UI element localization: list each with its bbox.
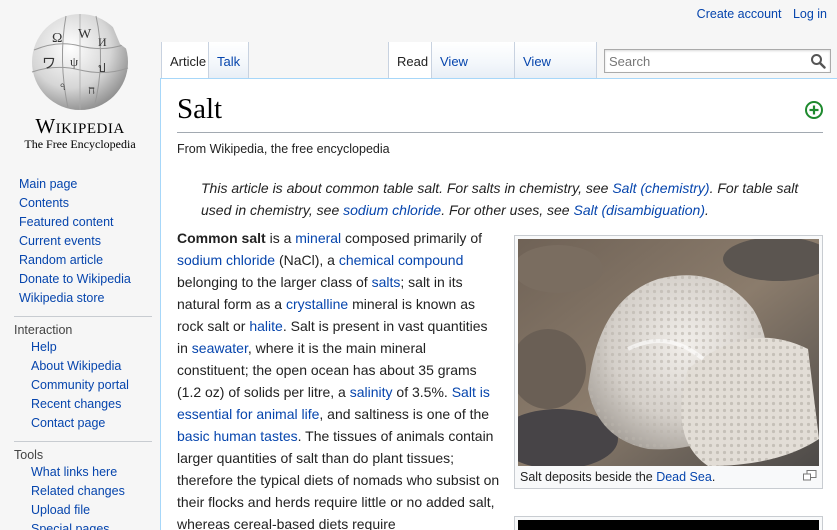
svg-text:ψ: ψ — [70, 54, 78, 69]
globe-logo-icon: Ω W И ワ ψ ป ঀ ח — [31, 14, 129, 110]
infobox-figure: Salt deposits beside the Dead Sea. — [514, 235, 823, 489]
lead-link[interactable]: seawater — [192, 340, 248, 356]
lead-link[interactable]: basic human tastes — [177, 428, 298, 444]
lead-bold-term: Common salt — [177, 230, 266, 246]
tab-view-history[interactable]: View history — [515, 42, 597, 109]
lead-link[interactable]: chemical compound — [339, 252, 464, 268]
nav-store[interactable]: Wikipedia store — [19, 291, 104, 305]
create-account-link[interactable]: Create account — [697, 7, 782, 21]
lead-link[interactable]: crystalline — [286, 296, 348, 312]
lead-text: (NaCl), a — [275, 252, 339, 268]
hatnote-link-salt-disambiguation[interactable]: Salt (disambiguation) — [574, 202, 706, 218]
lead-link[interactable]: mineral — [295, 230, 341, 246]
caption-link-dead-sea[interactable]: Dead Sea — [656, 470, 712, 484]
wordmark: Wikipedia — [35, 114, 125, 138]
content-area: Salt From Wikipedia, the free encycloped… — [160, 78, 837, 530]
nav-main-page[interactable]: Main page — [19, 177, 77, 191]
nav-related-changes[interactable]: Related changes — [31, 484, 125, 498]
nav-featured-content[interactable]: Featured content — [19, 215, 114, 229]
interaction-heading: Interaction — [14, 316, 152, 338]
lead-link[interactable]: salts — [372, 274, 401, 290]
lead-text: composed primarily of — [341, 230, 482, 246]
tab-view-source[interactable]: View source — [432, 42, 515, 109]
magnify-icon[interactable] — [803, 470, 817, 481]
search-box — [604, 49, 831, 73]
hatnote: This article is about common table salt.… — [201, 177, 801, 221]
wikipedia-logo[interactable]: Ω W И ワ ψ ป ঀ ח Wikipedia The Free Encyc… — [0, 0, 160, 160]
log-in-link[interactable]: Log in — [793, 7, 827, 21]
lead-link[interactable]: halite — [249, 318, 282, 334]
site-subtitle: From Wikipedia, the free encyclopedia — [177, 142, 390, 156]
interaction-portal: Interaction Help About Wikipedia Communi… — [0, 316, 160, 433]
lead-link[interactable]: salinity — [350, 384, 393, 400]
lead-text: , and saltiness is one of the — [319, 406, 490, 422]
nav-random-article[interactable]: Random article — [19, 253, 103, 267]
svg-text:ঀ: ঀ — [60, 79, 66, 93]
caption-text: Salt deposits beside the — [520, 470, 657, 484]
page-title: Salt — [177, 93, 823, 133]
hatnote-text: . — [705, 202, 709, 218]
tab-talk[interactable]: Talk — [209, 42, 249, 78]
svg-text:ワ: ワ — [42, 57, 56, 72]
svg-text:Ω: Ω — [52, 31, 62, 46]
tab-read[interactable]: Read — [388, 42, 432, 78]
add-icon[interactable] — [805, 101, 823, 119]
svg-text:ป: ป — [98, 61, 106, 75]
search-input[interactable] — [605, 50, 805, 72]
nav-contents[interactable]: Contents — [19, 196, 69, 210]
tagline: The Free Encyclopedia — [24, 137, 136, 151]
hatnote-link-sodium-chloride[interactable]: sodium chloride — [343, 202, 441, 218]
hatnote-text: This article is about common table salt.… — [201, 180, 613, 196]
second-figure — [514, 516, 823, 530]
nav-upload-file[interactable]: Upload file — [31, 503, 90, 517]
svg-text:ח: ח — [88, 83, 95, 97]
second-figure-image[interactable] — [518, 520, 819, 530]
lead-text: of 3.5%. — [392, 384, 452, 400]
nav-donate[interactable]: Donate to Wikipedia — [19, 272, 131, 286]
nav-about[interactable]: About Wikipedia — [31, 359, 121, 373]
figure-caption: Salt deposits beside the Dead Sea. — [518, 466, 819, 484]
lead-text: belonging to the larger class of — [177, 274, 372, 290]
lead-link[interactable]: sodium chloride — [177, 252, 275, 268]
nav-special-pages[interactable]: Special pages — [31, 522, 110, 530]
nav-help[interactable]: Help — [31, 340, 57, 354]
search-icon[interactable] — [810, 53, 826, 69]
svg-text:И: И — [98, 35, 107, 49]
main-navigation: Main page Contents Featured content Curr… — [0, 175, 160, 308]
hatnote-link-salt-chemistry[interactable]: Salt (chemistry) — [612, 180, 709, 196]
lead-text: is a — [265, 230, 296, 246]
nav-community-portal[interactable]: Community portal — [31, 378, 129, 392]
tab-article[interactable]: Article — [161, 42, 209, 78]
salt-deposit-image[interactable] — [518, 239, 819, 466]
nav-current-events[interactable]: Current events — [19, 234, 101, 248]
hatnote-text: . For other uses, see — [441, 202, 574, 218]
lead-paragraph: Common salt is a mineral composed primar… — [177, 227, 501, 530]
svg-text:W: W — [78, 27, 92, 42]
tools-portal: Tools What links here Related changes Up… — [0, 441, 160, 530]
personal-tools: Create account Log in — [689, 7, 827, 21]
nav-recent-changes[interactable]: Recent changes — [31, 397, 121, 411]
nav-contact[interactable]: Contact page — [31, 416, 105, 430]
tools-heading: Tools — [14, 441, 152, 463]
nav-what-links-here[interactable]: What links here — [31, 465, 117, 479]
sidebar: Main page Contents Featured content Curr… — [0, 175, 160, 530]
caption-text: . — [711, 470, 716, 484]
